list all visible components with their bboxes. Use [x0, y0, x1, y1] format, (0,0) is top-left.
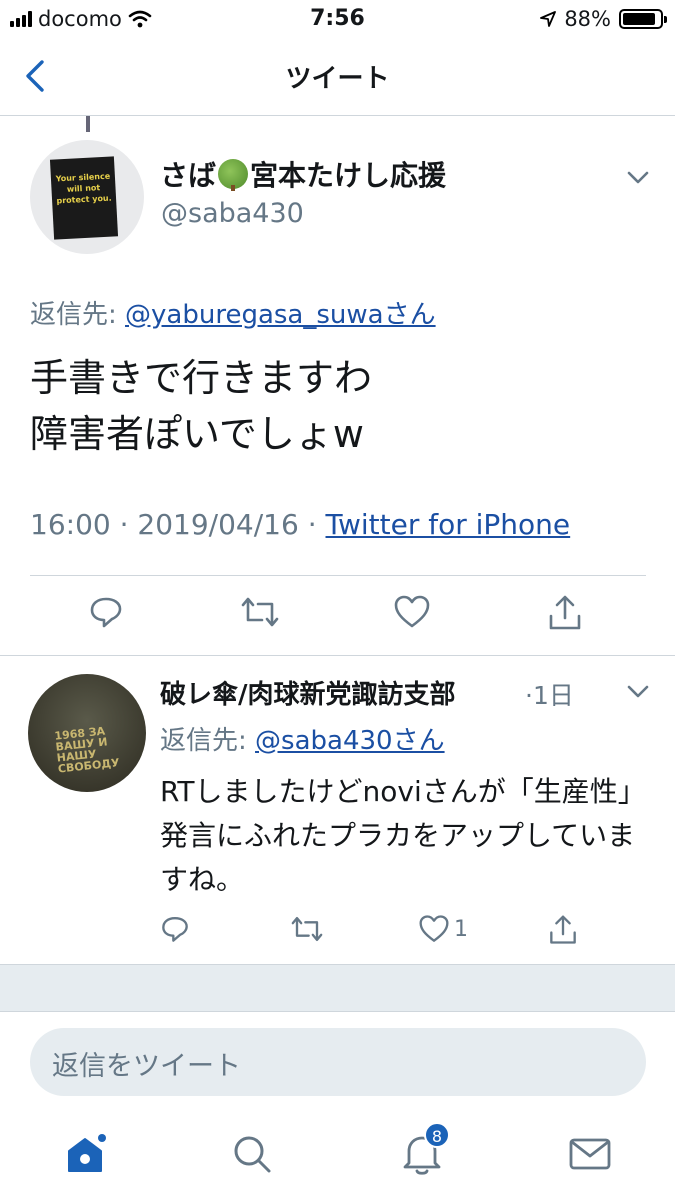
reply-to-prefix: 返信先:: [160, 726, 256, 756]
reply-icon: [162, 917, 188, 942]
avatar-jacket-text: 1968 ЗА ВАШУ И НАШУ СВОБОДУ: [53, 724, 121, 776]
status-bar: docomo 7:56 88%: [0, 0, 675, 40]
reply-icon: [90, 597, 122, 628]
avatar-pin: [86, 116, 90, 132]
tweet-text-line: 手書きで行きますわ: [30, 356, 373, 400]
retweet-icon: [241, 597, 279, 627]
tree-emoji-icon: [218, 159, 249, 191]
tweet-text: 手書きで行きますわ 障害者ぽいでしょw: [30, 350, 372, 462]
avatar[interactable]: 1968 ЗА ВАШУ И НАШУ СВОБОДУ: [28, 674, 146, 792]
reply-compose-field[interactable]: 返信をツイート: [30, 1028, 646, 1096]
share-button[interactable]: [548, 914, 578, 946]
chevron-down-icon[interactable]: [626, 684, 650, 700]
reply-display-name[interactable]: 破レ傘/肉球新党諏訪支部: [160, 674, 456, 711]
reply-to-line: 返信先: @saba430さん: [160, 720, 445, 757]
reply-button[interactable]: [160, 914, 190, 944]
display-name-part2: 宮本たけし応援: [250, 159, 447, 192]
meta-separator: ·: [298, 508, 326, 541]
reply-text: RTしましたけどnoviさんが「生産性」発言にふれたプラカをアップしていますね。: [160, 775, 636, 896]
tab-messages[interactable]: [560, 1124, 620, 1184]
meta-separator: ·: [110, 508, 138, 541]
share-icon: [550, 915, 576, 944]
like-icon: [419, 915, 449, 942]
section-gap: [0, 964, 675, 1012]
status-bar-right: 88%: [540, 7, 667, 31]
reply-to-link[interactable]: @saba430さん: [255, 726, 445, 756]
avatar[interactable]: Your silence will not protect you.: [30, 140, 144, 254]
display-name-part1: さば: [160, 159, 217, 192]
tweet-time: 16:00: [30, 508, 111, 541]
reply-button[interactable]: [88, 594, 124, 630]
notification-badge: 8: [424, 1122, 450, 1148]
divider: [30, 575, 646, 576]
messages-icon: [569, 1138, 611, 1170]
search-icon: [234, 1136, 271, 1173]
battery-percent: 88%: [564, 7, 611, 31]
tweet-date: 2019/04/16: [137, 508, 299, 541]
tab-bar: 8: [0, 1110, 675, 1200]
home-icon: [68, 1134, 106, 1172]
reply-actions: 1: [0, 914, 675, 950]
reply-to-prefix: 返信先:: [30, 300, 126, 330]
battery-fill: [623, 13, 655, 25]
tweet-source-link[interactable]: Twitter for iPhone: [326, 508, 571, 541]
tab-home[interactable]: [56, 1124, 116, 1184]
chevron-down-icon[interactable]: [626, 170, 650, 186]
retweet-button[interactable]: [290, 914, 324, 944]
avatar-sign: Your silence will not protect you.: [49, 156, 119, 240]
like-count: 1: [454, 916, 468, 942]
retweet-button[interactable]: [240, 594, 280, 630]
like-button[interactable]: [393, 594, 431, 630]
display-name[interactable]: さば 宮本たけし応援: [160, 154, 446, 194]
tweet-actions: [0, 594, 675, 640]
reply-to-link[interactable]: @yaburegasa_suwaさん: [125, 300, 436, 330]
reply-to-line: 返信先: @yaburegasa_suwaさん: [30, 294, 436, 331]
reply-time: ·1日: [525, 681, 574, 710]
page-title: ツイート: [285, 64, 390, 94]
retweet-icon: [291, 917, 323, 941]
tweet-meta: 16:00 · 2019/04/16 · Twitter for iPhone: [30, 508, 570, 541]
tab-notifications[interactable]: 8: [392, 1122, 452, 1184]
share-icon: [549, 595, 581, 630]
divider: [0, 655, 675, 656]
user-handle[interactable]: @saba430: [161, 198, 304, 229]
compose-placeholder: 返信をツイート: [52, 1051, 241, 1082]
nav-header: ツイート: [0, 40, 675, 116]
share-button[interactable]: [547, 594, 583, 632]
battery-icon: [619, 9, 667, 29]
like-icon: [394, 595, 430, 628]
like-button[interactable]: 1: [418, 914, 468, 944]
tweet-text-line: 障害者ぽいでしょw: [30, 412, 364, 456]
location-arrow-icon: [540, 11, 557, 27]
tab-search[interactable]: [222, 1124, 282, 1184]
